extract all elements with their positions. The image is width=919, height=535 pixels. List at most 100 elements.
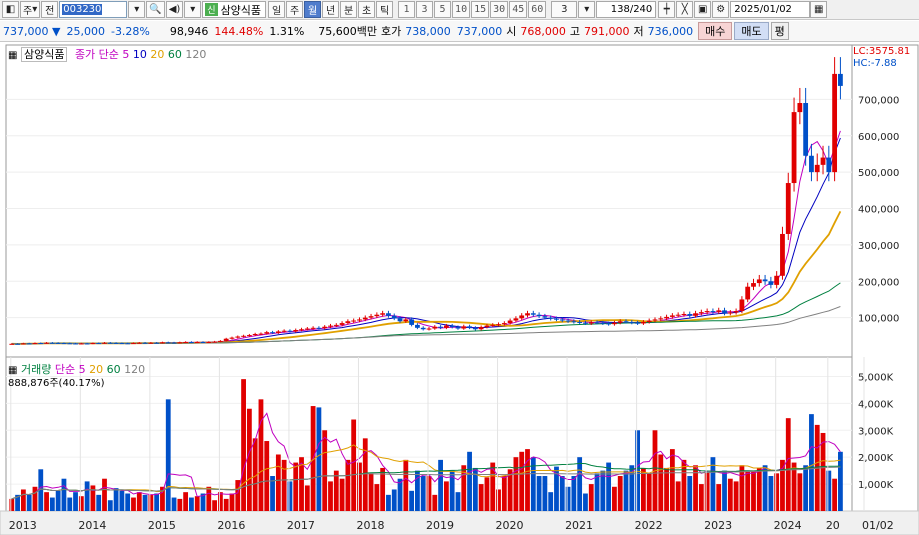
volume-bar[interactable]: [640, 467, 646, 511]
volume-bar[interactable]: [785, 418, 791, 511]
candle[interactable]: [617, 321, 623, 323]
volume-bar[interactable]: [635, 430, 641, 511]
candle[interactable]: [258, 333, 264, 335]
volume-bar[interactable]: [119, 490, 125, 511]
candle[interactable]: [44, 342, 49, 344]
candle[interactable]: [814, 164, 820, 173]
candle[interactable]: [241, 335, 246, 337]
volume-bar[interactable]: [275, 454, 281, 511]
candle[interactable]: [374, 314, 380, 317]
volume-bar[interactable]: [420, 476, 426, 511]
volume-bar[interactable]: [189, 497, 194, 511]
volume-bar[interactable]: [322, 430, 328, 511]
candle[interactable]: [600, 322, 606, 324]
volume-bar[interactable]: [229, 493, 235, 511]
candle[interactable]: [756, 279, 762, 284]
volume-bar[interactable]: [333, 470, 339, 511]
candle[interactable]: [519, 315, 525, 319]
candle[interactable]: [490, 324, 496, 326]
candle[interactable]: [588, 322, 594, 324]
candle[interactable]: [478, 327, 484, 330]
volume-bar[interactable]: [832, 478, 838, 511]
candle[interactable]: [722, 310, 727, 314]
volume-bar[interactable]: [73, 492, 78, 511]
candle[interactable]: [73, 343, 78, 345]
candle[interactable]: [113, 342, 119, 344]
volume-bar[interactable]: [136, 492, 142, 511]
candle[interactable]: [623, 321, 629, 323]
candle[interactable]: [49, 342, 55, 344]
date-input[interactable]: 2025/01/02: [730, 1, 811, 18]
candle[interactable]: [820, 157, 826, 165]
volume-bar[interactable]: [102, 478, 107, 511]
period-year[interactable]: 년: [322, 1, 340, 18]
candle[interactable]: [727, 312, 733, 314]
volume-bar[interactable]: [455, 492, 461, 511]
candle[interactable]: [664, 316, 669, 319]
volume-bar[interactable]: [84, 481, 90, 511]
volume-bar[interactable]: [171, 497, 177, 511]
candle[interactable]: [322, 326, 328, 329]
volume-bar[interactable]: [646, 473, 652, 511]
volume-bar[interactable]: [426, 476, 432, 511]
volume-bar[interactable]: [125, 493, 131, 511]
candle[interactable]: [397, 318, 403, 322]
candle[interactable]: [246, 335, 252, 337]
volume-bar[interactable]: [107, 500, 113, 511]
candle[interactable]: [391, 315, 397, 319]
candle[interactable]: [362, 317, 368, 320]
volume-bar[interactable]: [484, 477, 490, 511]
candle[interactable]: [235, 336, 241, 338]
volume-bar[interactable]: [154, 493, 160, 511]
volume-bar[interactable]: [212, 500, 218, 511]
volume-bar[interactable]: [542, 476, 548, 511]
candle[interactable]: [762, 279, 768, 282]
candle[interactable]: [461, 326, 467, 329]
candle[interactable]: [96, 343, 102, 345]
candle[interactable]: [751, 283, 756, 287]
candle[interactable]: [507, 320, 513, 324]
volume-bar[interactable]: [368, 473, 374, 511]
candle-settings-icon[interactable]: ┿: [658, 1, 676, 18]
candle[interactable]: [536, 314, 542, 317]
volume-bar[interactable]: [803, 465, 809, 511]
volume-bar[interactable]: [530, 457, 536, 511]
candle[interactable]: [136, 342, 142, 344]
candle[interactable]: [15, 343, 20, 345]
volume-bar[interactable]: [658, 454, 664, 511]
volume-bar[interactable]: [612, 486, 617, 511]
candle[interactable]: [426, 328, 432, 330]
volume-bar[interactable]: [362, 438, 368, 511]
legend-ma60[interactable]: 60: [168, 48, 182, 61]
volume-bar[interactable]: [78, 496, 84, 511]
interval-select[interactable]: 3: [551, 1, 578, 18]
volume-bar[interactable]: [61, 478, 67, 511]
volume-bar[interactable]: [316, 407, 322, 511]
calendar-icon[interactable]: ▦: [810, 1, 828, 18]
sell-button[interactable]: 매도: [734, 22, 769, 40]
candle[interactable]: [194, 341, 200, 343]
candle[interactable]: [704, 311, 710, 313]
volume-bar[interactable]: [293, 462, 299, 511]
volume-bar[interactable]: [281, 459, 287, 511]
candle[interactable]: [287, 330, 293, 332]
stock-code-input[interactable]: 003230: [59, 1, 128, 18]
volume-bar[interactable]: [664, 467, 669, 511]
candle[interactable]: [472, 327, 478, 330]
candle[interactable]: [420, 327, 426, 330]
legend-ma20[interactable]: 20: [150, 48, 164, 61]
candle[interactable]: [380, 313, 386, 315]
candle[interactable]: [339, 323, 345, 325]
candle[interactable]: [55, 342, 61, 344]
volume-bar[interactable]: [9, 498, 15, 511]
speaker-icon[interactable]: ◀): [165, 1, 184, 18]
volume-bar[interactable]: [96, 494, 102, 511]
volume-bar[interactable]: [745, 470, 751, 511]
candle[interactable]: [455, 327, 461, 329]
candle[interactable]: [142, 342, 148, 344]
volume-bar[interactable]: [403, 459, 409, 511]
candle[interactable]: [107, 342, 113, 344]
candle[interactable]: [669, 315, 675, 317]
candle[interactable]: [189, 341, 194, 343]
candle[interactable]: [710, 311, 716, 313]
